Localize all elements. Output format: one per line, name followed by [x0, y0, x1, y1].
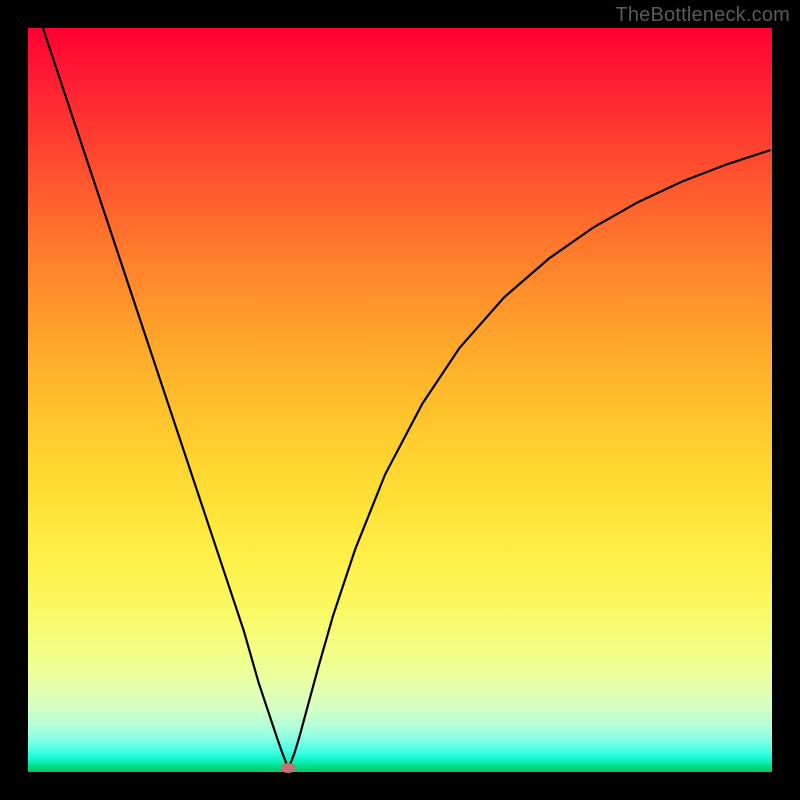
bottleneck-curve: [43, 28, 771, 768]
curve-svg: [28, 28, 772, 772]
chart-area: [28, 28, 772, 772]
watermark-text: TheBottleneck.com: [615, 4, 790, 27]
optimal-marker: [281, 763, 296, 773]
